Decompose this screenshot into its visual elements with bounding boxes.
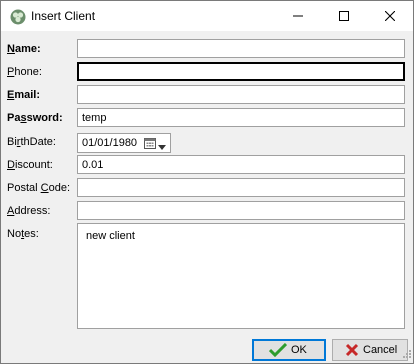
title-bar[interactable]: Insert Client bbox=[1, 1, 413, 31]
close-button[interactable] bbox=[367, 1, 413, 31]
calendar-icon[interactable] bbox=[144, 137, 156, 149]
clover-app-icon bbox=[10, 9, 26, 25]
cancel-button[interactable]: Cancel bbox=[332, 339, 408, 361]
birthdate-value: 01/01/1980 bbox=[82, 137, 138, 149]
notes-text: new client bbox=[86, 230, 135, 242]
password-label: Password: bbox=[7, 112, 63, 124]
resize-grip-icon[interactable] bbox=[401, 348, 411, 361]
birthdate-label: BirthDate: bbox=[7, 136, 56, 148]
window-title: Insert Client bbox=[31, 9, 96, 23]
email-field[interactable] bbox=[77, 85, 405, 104]
name-field[interactable] bbox=[77, 39, 405, 58]
discount-field[interactable] bbox=[77, 155, 405, 174]
address-field[interactable] bbox=[77, 201, 405, 220]
phone-field[interactable] bbox=[77, 62, 405, 81]
minimize-button[interactable] bbox=[275, 1, 321, 31]
ok-button-label: OK bbox=[291, 344, 307, 356]
name-label: Name: bbox=[7, 43, 41, 55]
address-label: Address: bbox=[7, 205, 51, 217]
email-label: Email: bbox=[7, 89, 41, 101]
postal-code-label: Postal Code: bbox=[7, 182, 71, 194]
password-field[interactable] bbox=[77, 108, 405, 127]
discount-label: Discount: bbox=[7, 159, 53, 171]
notes-label: Notes: bbox=[7, 228, 39, 240]
postal-code-field[interactable] bbox=[77, 178, 405, 197]
phone-label: Phone: bbox=[7, 66, 42, 78]
chevron-down-icon[interactable] bbox=[158, 141, 166, 153]
notes-textarea[interactable]: new client bbox=[77, 223, 405, 329]
cancel-button-label: Cancel bbox=[363, 344, 398, 356]
insert-client-dialog: Insert Client Name: Phone: Email: Passwo… bbox=[0, 0, 414, 364]
check-icon bbox=[269, 343, 287, 357]
maximize-button[interactable] bbox=[321, 1, 367, 31]
x-icon bbox=[345, 343, 359, 357]
ok-button[interactable]: OK bbox=[252, 339, 326, 361]
birthdate-picker[interactable]: 01/01/1980 bbox=[77, 133, 171, 153]
